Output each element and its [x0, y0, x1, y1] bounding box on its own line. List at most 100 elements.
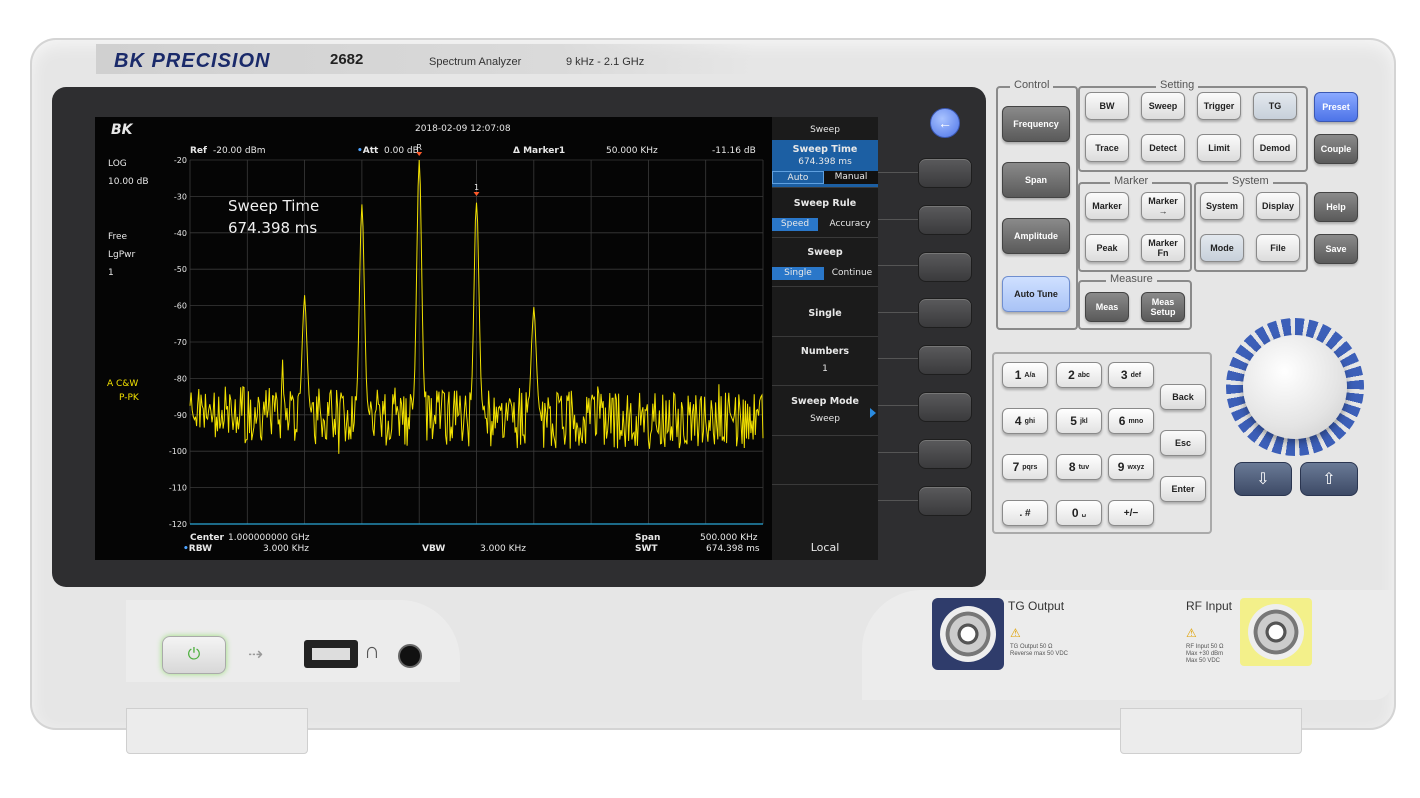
softkey-2[interactable] — [918, 205, 972, 235]
numpad-key-9[interactable]: 9 wxyz — [1108, 454, 1154, 480]
numpad-key-6[interactable]: 6 mno — [1108, 408, 1154, 434]
softkey-4[interactable] — [918, 298, 972, 328]
y-tick-label: -30 — [174, 192, 187, 201]
save-key[interactable]: Save — [1314, 234, 1358, 264]
detect-key[interactable]: Detect — [1141, 134, 1185, 162]
help-key[interactable]: Help — [1314, 192, 1358, 222]
headphone-jack[interactable] — [398, 644, 422, 668]
numpad-key-8[interactable]: 8 tuv — [1056, 454, 1102, 480]
numpad-key-dot[interactable]: . # — [1002, 500, 1048, 526]
power-button[interactable]: ⏻ — [162, 636, 226, 674]
menu-item-value: Sweep — [810, 414, 840, 424]
esc-key[interactable]: Esc — [1160, 430, 1206, 456]
frequency-key[interactable]: Frequency — [1002, 106, 1070, 142]
softkey-7[interactable] — [918, 439, 972, 469]
auto-tune-key[interactable]: Auto Tune — [1002, 276, 1070, 312]
menu-item-sweep-time[interactable]: Sweep Time 674.398 ms Auto Manual — [772, 140, 878, 188]
limit-key[interactable]: Limit — [1197, 134, 1241, 162]
preset-key[interactable]: Preset — [1314, 92, 1358, 122]
menu-item-sweep[interactable]: Sweep Single Continue — [772, 239, 878, 287]
local-indicator: Local — [810, 541, 840, 554]
option-auto[interactable]: Auto — [772, 171, 824, 184]
foot-left — [126, 708, 308, 754]
menu-item-sweep-mode[interactable]: Sweep Mode Sweep — [772, 388, 878, 436]
bw-key[interactable]: BW — [1085, 92, 1129, 120]
enter-key[interactable]: Enter — [1160, 476, 1206, 502]
option-speed[interactable]: Speed — [772, 218, 818, 231]
menu-item-empty-8[interactable] — [772, 487, 878, 534]
y-tick-label: -20 — [174, 156, 187, 165]
marker-to-key[interactable]: Marker → — [1141, 192, 1185, 220]
trace-key[interactable]: Trace — [1085, 134, 1129, 162]
y-tick-label: -100 — [169, 447, 187, 456]
rf-input-connector[interactable] — [1248, 604, 1304, 660]
span-value: 500.000 KHz — [700, 533, 758, 543]
peak-key[interactable]: Peak — [1085, 234, 1129, 262]
span-key[interactable]: Span — [1002, 162, 1070, 198]
y-tick-label: -40 — [174, 229, 187, 238]
softkey-6[interactable] — [918, 392, 972, 422]
tg-key[interactable]: TG — [1253, 92, 1297, 120]
headphone-icon: ∩ — [364, 638, 380, 663]
marker-key[interactable]: Marker — [1085, 192, 1129, 220]
arrow-down-icon[interactable]: ⇩ — [1234, 462, 1292, 496]
soft-menu: Sweep Sweep Time 674.398 ms Auto Manual … — [772, 117, 878, 560]
tg-note-2: Reverse max 50 VDC — [1010, 651, 1069, 657]
meas-key[interactable]: Meas — [1085, 292, 1129, 322]
numpad-key-2[interactable]: 2 abc — [1056, 362, 1102, 388]
tg-output-connector[interactable] — [940, 606, 996, 662]
system-key[interactable]: System — [1200, 192, 1244, 220]
sweep-key[interactable]: Sweep — [1141, 92, 1185, 120]
display-key[interactable]: Display — [1256, 192, 1300, 220]
trigger-key[interactable]: Trigger — [1197, 92, 1241, 120]
vbw-label: VBW — [422, 544, 446, 554]
menu-item-value: 1 — [822, 364, 828, 374]
softkey-1[interactable] — [918, 158, 972, 188]
softkey-8[interactable] — [918, 486, 972, 516]
menu-item-single[interactable]: Single — [772, 289, 878, 337]
meas-setup-key[interactable]: Meas Setup — [1141, 292, 1185, 322]
arrow-up-icon[interactable]: ⇧ — [1300, 462, 1358, 496]
usb-port[interactable] — [304, 640, 358, 668]
option-continue[interactable]: Continue — [826, 267, 878, 280]
numpad-key-plusminus[interactable]: +/− — [1108, 500, 1154, 526]
menu-item-value: 674.398 ms — [798, 157, 852, 167]
span-label: Span — [635, 533, 661, 543]
back-arrow-icon[interactable]: ← — [930, 108, 960, 138]
option-single[interactable]: Single — [772, 267, 824, 280]
numpad-key-7[interactable]: 7 pqrs — [1002, 454, 1048, 480]
numpad-key-1[interactable]: 1 A/a — [1002, 362, 1048, 388]
file-key[interactable]: File — [1256, 234, 1300, 262]
softkey-5[interactable] — [918, 345, 972, 375]
numpad-key-3[interactable]: 3 def — [1108, 362, 1154, 388]
key-sub: ghi — [1024, 417, 1036, 425]
model-number: 2682 — [330, 51, 364, 68]
rotary-knob[interactable] — [1243, 335, 1347, 439]
option-manual[interactable]: Manual — [824, 171, 878, 184]
warning-icon: ⚠ — [1186, 626, 1197, 640]
option-accuracy[interactable]: Accuracy — [822, 218, 878, 231]
key-main: 6 — [1118, 414, 1126, 428]
softkey-3[interactable] — [918, 252, 972, 282]
demod-key[interactable]: Demod — [1253, 134, 1297, 162]
numpad-key-0[interactable]: 0 ␣ — [1056, 500, 1102, 526]
numpad-key-5[interactable]: 5 jkl — [1056, 408, 1102, 434]
amplitude-key[interactable]: Amplitude — [1002, 218, 1070, 254]
key-main: 3 — [1120, 368, 1128, 382]
back-key[interactable]: Back — [1160, 384, 1206, 410]
overlay-value: 674.398 ms — [228, 219, 318, 237]
swt-label: SWT — [635, 544, 658, 554]
menu-item-sweep-rule[interactable]: Sweep Rule Speed Accuracy — [772, 190, 878, 238]
mode-key[interactable]: Mode — [1200, 234, 1244, 262]
center-value: 1.000000000 GHz — [228, 533, 310, 543]
marker-fn-key[interactable]: Marker Fn — [1141, 234, 1185, 262]
menu-item-empty-7[interactable] — [772, 437, 878, 485]
menu-item-label: Sweep Rule — [793, 198, 857, 209]
key-sub: jkl — [1079, 417, 1088, 425]
numpad-key-4[interactable]: 4 ghi — [1002, 408, 1048, 434]
couple-key[interactable]: Couple — [1314, 134, 1358, 164]
tg-output-label: TG Output — [1008, 599, 1065, 613]
menu-item-numbers[interactable]: Numbers 1 — [772, 338, 878, 386]
rf-note-3: Max 50 VDC — [1186, 658, 1221, 664]
arrow-right-icon: → — [1158, 206, 1168, 216]
